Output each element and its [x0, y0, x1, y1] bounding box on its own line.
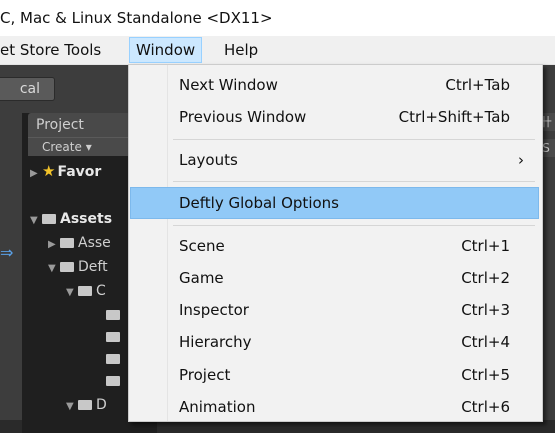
folder-icon — [60, 262, 74, 272]
tree-item-folder[interactable] — [106, 305, 124, 325]
tree-item-assets[interactable]: ▼ Assets — [30, 209, 112, 229]
menu-item-label: Inspector — [179, 301, 249, 319]
star-icon: ★ — [42, 162, 56, 180]
menu-item-shortcut: Ctrl+3 — [461, 301, 510, 319]
arrow-icon: ⇒ — [0, 243, 14, 262]
chevron-right-icon: › — [518, 151, 524, 169]
menu-item-inspector[interactable]: Inspector Ctrl+3 — [131, 295, 538, 325]
menu-item-animation[interactable]: Animation Ctrl+6 — [131, 392, 538, 422]
folder-icon — [42, 214, 56, 224]
expand-arrow-icon[interactable]: ▶ — [48, 235, 60, 255]
window-title-bar: C, Mac & Linux Standalone <DX11> — [0, 0, 555, 36]
menu-item-label: Hierarchy — [179, 333, 252, 351]
menu-separator — [173, 225, 535, 226]
menu-item-label: Animation — [179, 398, 256, 416]
menu-separator — [173, 139, 535, 140]
tree-item-favorites[interactable]: ▶ ★ Favor — [30, 161, 101, 181]
menu-item-shortcut: Ctrl+Shift+Tab — [398, 108, 510, 126]
menu-item-label: Scene — [179, 237, 225, 255]
folder-icon — [106, 310, 120, 320]
window-menu-dropdown: Next Window Ctrl+Tab Previous Window Ctr… — [128, 64, 543, 422]
expand-arrow-icon[interactable]: ▶ — [30, 164, 42, 184]
collapse-arrow-icon[interactable]: ▼ — [66, 397, 78, 417]
menu-item-label: Next Window — [179, 76, 278, 94]
menu-item-game[interactable]: Game Ctrl+2 — [131, 263, 538, 293]
tree-item-deftly[interactable]: ▼ Deft — [48, 257, 108, 277]
collapse-arrow-icon[interactable]: ▼ — [66, 283, 78, 303]
collapse-arrow-icon[interactable]: ▼ — [30, 211, 42, 231]
collapse-arrow-icon[interactable]: ▼ — [48, 259, 60, 279]
tree-item-folder[interactable] — [106, 349, 124, 369]
window-title: C, Mac & Linux Standalone <DX11> — [0, 9, 273, 27]
project-tab-label: Project — [36, 117, 84, 133]
tree-item-folder[interactable] — [106, 327, 124, 347]
menu-item-shortcut: Ctrl+5 — [461, 366, 510, 384]
folder-icon — [106, 332, 120, 342]
tree-item-label: Deft — [78, 259, 108, 275]
menu-item-label: Deftly Global Options — [179, 194, 339, 212]
folder-icon — [106, 354, 120, 364]
menu-item-scene[interactable]: Scene Ctrl+1 — [131, 231, 538, 261]
tree-item-folder[interactable] — [106, 371, 124, 391]
folder-icon — [78, 400, 92, 410]
menu-bar: et Store Tools Window Help — [0, 36, 555, 65]
menu-item-shortcut: Ctrl+Tab — [445, 76, 510, 94]
menu-separator — [173, 181, 535, 182]
menu-item-shortcut: Ctrl+6 — [461, 398, 510, 416]
menu-window[interactable]: Window — [129, 37, 203, 63]
create-button[interactable]: Create ▾ — [42, 138, 92, 156]
tree-item-label: Favor — [57, 164, 102, 180]
menu-item-label: Previous Window — [179, 108, 307, 126]
menu-item-hierarchy[interactable]: Hierarchy Ctrl+4 — [131, 327, 538, 357]
tree-item-label: C — [96, 283, 106, 299]
tree-item-asset-store[interactable]: ▶ Asse — [48, 233, 111, 253]
menu-item-layouts[interactable]: Layouts › — [131, 145, 538, 175]
local-toggle-button[interactable]: cal — [0, 77, 55, 101]
menu-item-next-window[interactable]: Next Window Ctrl+Tab — [131, 70, 538, 100]
folder-icon — [78, 286, 92, 296]
menu-item-shortcut: Ctrl+4 — [461, 333, 510, 351]
menu-item-project[interactable]: Project Ctrl+5 — [131, 360, 538, 390]
tree-item-label: Asse — [78, 235, 111, 251]
tree-item-label: D — [96, 397, 107, 413]
folder-icon — [60, 238, 74, 248]
menu-item-shortcut: Ctrl+2 — [461, 269, 510, 287]
menu-item-deftly-global-options[interactable]: Deftly Global Options — [130, 187, 539, 219]
menu-item-label: Project — [179, 366, 231, 384]
tree-item-c[interactable]: ▼ C — [66, 281, 106, 301]
folder-icon — [106, 376, 120, 386]
tree-item-label: Assets — [60, 211, 113, 227]
menu-item-shortcut: Ctrl+1 — [461, 237, 510, 255]
menu-item-label: Game — [179, 269, 224, 287]
menu-help[interactable]: Help — [218, 38, 264, 62]
menu-item-previous-window[interactable]: Previous Window Ctrl+Shift+Tab — [131, 102, 538, 132]
tree-item-d[interactable]: ▼ D — [66, 395, 107, 415]
menu-asset-store-tools[interactable]: et Store Tools — [0, 38, 107, 62]
menu-item-label: Layouts — [179, 151, 238, 169]
